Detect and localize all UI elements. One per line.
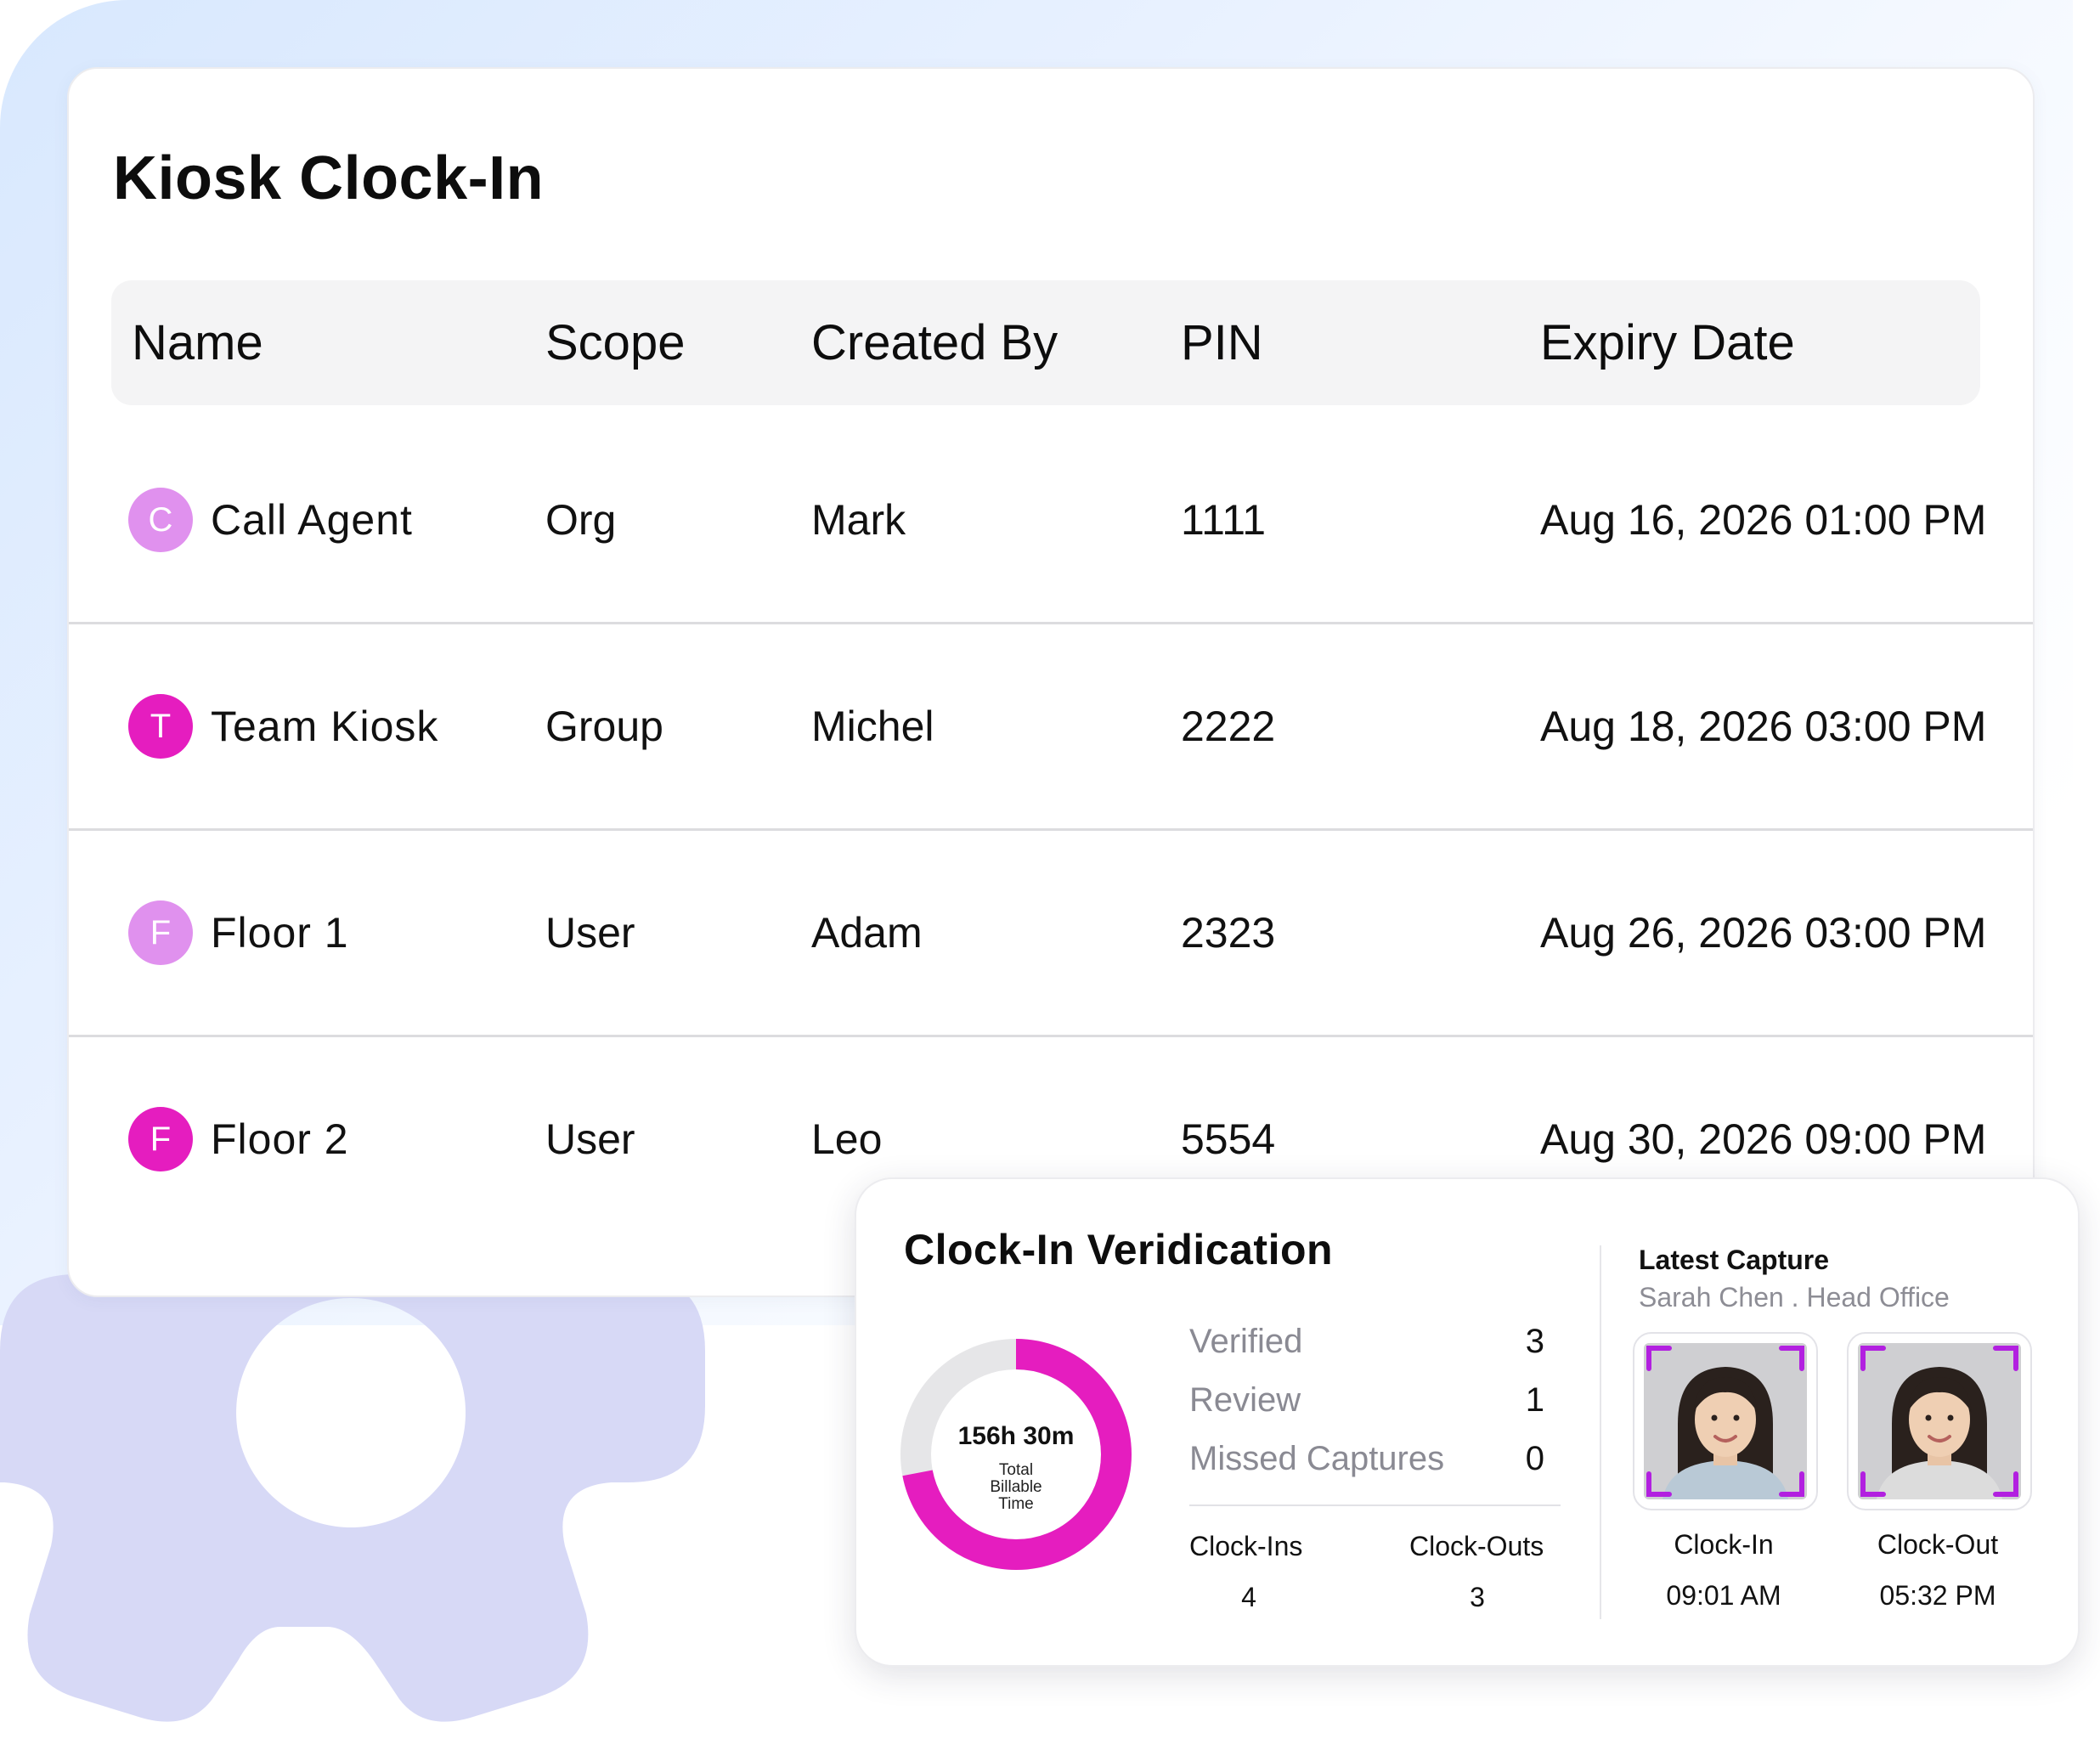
- billable-time-donut: [900, 1339, 1132, 1570]
- kiosk-expiry: Aug 18, 2026 03:00 PM: [1540, 703, 1987, 750]
- clock-out-label: Clock-Out: [1877, 1529, 1999, 1560]
- stats-divider: [1189, 1504, 1561, 1506]
- total-billable-label: Total Billable Time: [990, 1461, 1042, 1513]
- column-header-scope[interactable]: Scope: [545, 280, 685, 405]
- clock-out-photo[interactable]: [1847, 1332, 2032, 1510]
- column-header-expiry-date[interactable]: Expiry Date: [1540, 280, 1795, 405]
- avatar: F: [128, 900, 193, 965]
- clock-out-time: 05:32 PM: [1879, 1580, 1996, 1611]
- stat-verified-label: Verified: [1189, 1323, 1303, 1360]
- kiosk-name: Team Kiosk: [211, 703, 439, 750]
- kiosk-name: Floor 1: [211, 909, 349, 957]
- table-row[interactable]: F Floor 1 User Adam 2323 Aug 26, 2026 03…: [69, 831, 2033, 1037]
- clock-outs-label: Clock-Outs: [1409, 1531, 1544, 1561]
- page-title: Kiosk Clock-In: [113, 144, 545, 212]
- kiosk-table-card: Kiosk Clock-In Name Scope Created By PIN…: [67, 67, 2035, 1297]
- kiosk-scope: User: [545, 909, 635, 957]
- clock-outs-value: 3: [1470, 1582, 1485, 1612]
- avatar: T: [128, 694, 193, 759]
- kiosk-pin: 2222: [1181, 703, 1276, 750]
- latest-capture-title: Latest Capture: [1639, 1245, 1830, 1275]
- stat-missed-label: Missed Captures: [1189, 1440, 1445, 1477]
- kiosk-pin: 2323: [1181, 909, 1276, 957]
- avatar: C: [128, 488, 193, 552]
- stat-review-value: 1: [1525, 1381, 1544, 1419]
- kiosk-scope: Org: [545, 496, 617, 544]
- clock-ins-value: 4: [1241, 1582, 1256, 1612]
- kiosk-created-by: Mark: [811, 496, 906, 544]
- kiosk-name: Call Agent: [211, 496, 413, 544]
- stat-verified-value: 3: [1525, 1323, 1544, 1360]
- column-header-pin[interactable]: PIN: [1181, 280, 1263, 405]
- section-divider: [1600, 1245, 1601, 1619]
- kiosk-pin: 1111: [1181, 496, 1267, 544]
- avatar: F: [128, 1107, 193, 1171]
- column-header-name[interactable]: Name: [132, 280, 263, 405]
- stat-review-label: Review: [1189, 1381, 1301, 1419]
- kiosk-expiry: Aug 26, 2026 03:00 PM: [1540, 909, 1987, 957]
- stat-missed-value: 0: [1525, 1440, 1544, 1477]
- kiosk-scope: User: [545, 1115, 635, 1163]
- kiosk-scope: Group: [545, 703, 663, 750]
- kiosk-created-by: Michel: [811, 703, 934, 750]
- verification-title: Clock-In Veridication: [904, 1226, 1334, 1273]
- clock-ins-label: Clock-Ins: [1189, 1531, 1303, 1561]
- column-header-created-by[interactable]: Created By: [811, 280, 1058, 405]
- kiosk-name: Floor 2: [211, 1115, 349, 1163]
- kiosk-expiry: Aug 16, 2026 01:00 PM: [1540, 496, 1987, 544]
- latest-capture-subtitle: Sarah Chen . Head Office: [1639, 1282, 1950, 1312]
- table-header: Name Scope Created By PIN Expiry Date: [111, 280, 1980, 405]
- total-billable-value: 156h 30m: [957, 1422, 1075, 1450]
- gear-decoration-icon: [0, 1274, 705, 1722]
- face-capture-icon: [1858, 1343, 2021, 1499]
- kiosk-created-by: Adam: [811, 909, 923, 957]
- clock-in-label: Clock-In: [1674, 1529, 1774, 1560]
- clock-in-photo[interactable]: [1633, 1332, 1818, 1510]
- table-row[interactable]: C Call Agent Org Mark 1111 Aug 16, 2026 …: [69, 418, 2033, 624]
- face-capture-icon: [1644, 1343, 1807, 1499]
- clock-in-verification-card: Clock-In Veridication 156h 30m Total Bil…: [855, 1177, 2080, 1667]
- table-row[interactable]: T Team Kiosk Group Michel 2222 Aug 18, 2…: [69, 624, 2033, 831]
- clock-in-time: 09:01 AM: [1666, 1580, 1781, 1611]
